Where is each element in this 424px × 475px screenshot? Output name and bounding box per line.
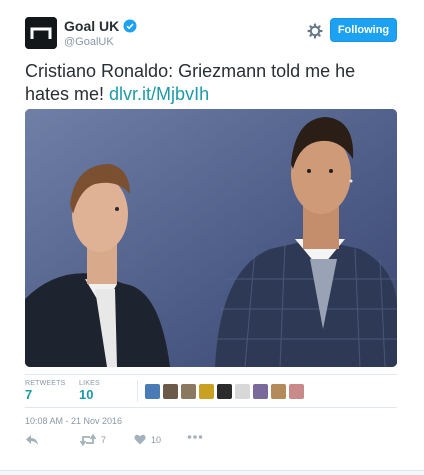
retweet-count: 7: [101, 435, 107, 445]
like-button[interactable]: 10: [134, 434, 161, 445]
tweet-timestamp[interactable]: 10:08 AM - 21 Nov 2016: [25, 416, 122, 426]
stats-divider: [137, 380, 138, 402]
avatar[interactable]: [25, 17, 57, 49]
liker-avatar[interactable]: [289, 384, 304, 399]
retweets-stat[interactable]: RETWEETS 7: [25, 380, 66, 402]
heart-icon: [134, 434, 146, 445]
tweet-photo[interactable]: [25, 109, 397, 367]
likes-stat[interactable]: LIKES 10: [79, 380, 100, 402]
liker-avatar[interactable]: [163, 384, 178, 399]
likes-count: 10: [79, 387, 94, 402]
tweet-link[interactable]: dlvr.it/MjbvIh: [109, 84, 209, 104]
tweet-actions: 7 10: [25, 434, 225, 452]
tweet-stats: RETWEETS 7 LIKES 10: [25, 374, 397, 408]
bottom-divider: [0, 470, 424, 475]
more-button[interactable]: [187, 434, 203, 440]
liker-avatars: [145, 384, 307, 399]
like-count: 10: [151, 434, 162, 445]
handle[interactable]: @GoalUK: [64, 36, 114, 48]
liker-avatar[interactable]: [199, 384, 214, 399]
liker-avatar[interactable]: [235, 384, 250, 399]
name-row: Goal UK: [64, 18, 137, 34]
retweets-count: 7: [25, 387, 33, 402]
liker-avatar[interactable]: [181, 384, 196, 399]
retweet-icon: [80, 434, 96, 446]
likes-label: LIKES: [79, 380, 100, 387]
verified-badge-icon: [123, 19, 137, 33]
tweet-text: Cristiano Ronaldo: Griezmann told me he …: [25, 60, 395, 106]
retweet-button[interactable]: 7: [80, 434, 106, 446]
liker-avatar[interactable]: [271, 384, 286, 399]
photo-two-footballers: [25, 109, 397, 367]
more-icon: [187, 435, 203, 439]
gear-icon[interactable]: [306, 22, 324, 40]
following-button[interactable]: Following: [330, 18, 397, 42]
goal-logo-icon: [25, 17, 57, 49]
reply-icon: [26, 435, 38, 445]
liker-avatar[interactable]: [253, 384, 268, 399]
retweets-label: RETWEETS: [25, 380, 66, 387]
reply-button[interactable]: [25, 434, 39, 446]
liker-avatar[interactable]: [217, 384, 232, 399]
liker-avatar[interactable]: [145, 384, 160, 399]
tweet-card: Goal UK @GoalUK Following Cristiano Rona…: [0, 0, 424, 475]
display-name[interactable]: Goal UK: [64, 18, 119, 34]
